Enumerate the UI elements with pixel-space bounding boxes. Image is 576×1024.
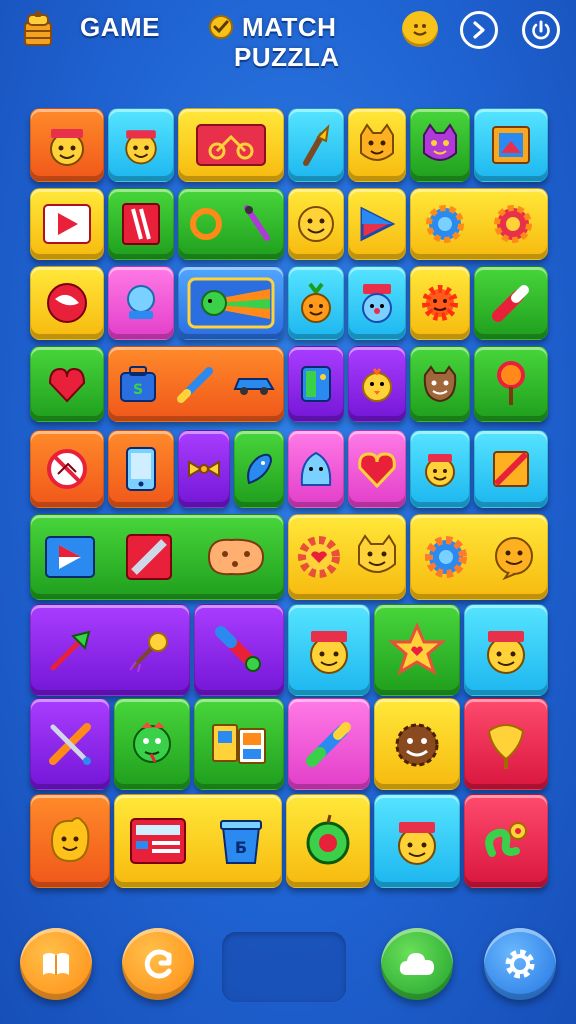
tile-pineapple-face[interactable]	[288, 266, 344, 340]
tile-rainbow-creature[interactable]	[178, 266, 284, 340]
power-icon[interactable]	[522, 11, 560, 49]
settings-gear-icon	[505, 949, 535, 979]
tile-paint-roller[interactable]	[194, 604, 284, 696]
game-title: GAME	[80, 12, 160, 42]
skip-forward-icon[interactable]	[460, 11, 498, 49]
tile-smiley[interactable]	[288, 188, 344, 260]
puzzle-board: S Б	[26, 100, 554, 896]
tile-brown-creature[interactable]	[410, 346, 470, 422]
tile-green-apple[interactable]	[286, 794, 370, 888]
cloud-button[interactable]	[381, 928, 453, 1000]
tile-blue-fish[interactable]	[234, 430, 284, 508]
tile-book-and-panel[interactable]	[194, 698, 284, 790]
restart-button[interactable]	[122, 928, 194, 1000]
tile-crossed-tools[interactable]	[30, 698, 110, 790]
title-match: MATCH	[242, 12, 337, 42]
tile-bus-and-bin[interactable]: Б	[114, 794, 282, 888]
tile-bow-tie[interactable]	[178, 430, 230, 508]
tile-play-triangle[interactable]	[348, 188, 406, 260]
tile-chick-face[interactable]	[30, 794, 110, 888]
book-button[interactable]	[20, 928, 92, 1000]
tile-bandana-face-3[interactable]	[374, 794, 460, 888]
tile-clown-face[interactable]	[348, 266, 406, 340]
tile-green-dino[interactable]	[114, 698, 190, 790]
tile-torch[interactable]	[288, 108, 344, 182]
tile-striped-card[interactable]	[108, 188, 174, 260]
tile-green-worm[interactable]	[464, 794, 548, 888]
tile-locker-box[interactable]	[288, 346, 344, 422]
tile-chick[interactable]	[348, 346, 406, 422]
tile-heart[interactable]	[348, 430, 406, 508]
tile-wand-pair[interactable]	[30, 604, 190, 696]
svg-text:S: S	[133, 382, 143, 398]
tile-purple-cat-face[interactable]	[410, 108, 470, 182]
tile-tricycle[interactable]	[178, 108, 284, 182]
tile-gear-and-cat[interactable]	[288, 514, 406, 600]
tile-ring-and-brush[interactable]	[178, 188, 284, 260]
tile-face-bandana[interactable]	[30, 108, 104, 182]
gold-check-badge-icon	[206, 12, 236, 40]
tile-crystal-ball[interactable]	[108, 266, 174, 340]
tile-picture-frame[interactable]	[474, 108, 548, 182]
tile-striped-flag[interactable]	[474, 430, 548, 508]
tile-heart-shield[interactable]	[30, 266, 104, 340]
tile-blue-ghost[interactable]	[288, 430, 344, 508]
title-puzzla: PUZZLA	[234, 42, 340, 72]
cloud-icon	[399, 953, 434, 975]
svg-text:Б: Б	[235, 838, 247, 857]
tile-lollipop[interactable]	[474, 346, 548, 422]
settings-button[interactable]	[484, 928, 556, 1000]
tile-paint-marker[interactable]	[288, 698, 370, 790]
tile-cat-face[interactable]	[348, 108, 406, 182]
tile-phone-device[interactable]	[108, 430, 174, 508]
tile-heart-shield-red[interactable]	[30, 346, 104, 422]
tile-face-bandana[interactable]	[108, 108, 174, 182]
tile-bandana-face[interactable]	[288, 604, 370, 696]
tile-brown-blob[interactable]	[374, 698, 460, 790]
bottom-center-panel	[222, 932, 346, 1002]
tile-play-card-duo[interactable]	[30, 514, 284, 600]
tile-sun-face[interactable]	[410, 266, 470, 340]
tile-bag-brush-car[interactable]: S	[108, 346, 284, 422]
header-bar: GAME MATCH PUZZLA	[0, 0, 576, 92]
tile-gear-and-smiley[interactable]	[410, 514, 548, 600]
tile-no-symbol[interactable]	[30, 430, 104, 508]
coin-smiley-icon[interactable]	[402, 11, 438, 47]
tile-spinning-top[interactable]	[464, 698, 548, 790]
tile-gears-pair[interactable]	[410, 188, 548, 260]
restart-icon	[144, 949, 172, 979]
tile-bandana-face-2[interactable]	[464, 604, 548, 696]
treasure-chest-icon[interactable]	[18, 8, 58, 50]
tile-smiley-bandana[interactable]	[410, 430, 470, 508]
tile-play-button[interactable]	[30, 188, 104, 260]
tile-star-badge[interactable]	[374, 604, 460, 696]
tile-lipstick[interactable]	[474, 266, 548, 340]
book-icon	[43, 953, 69, 975]
